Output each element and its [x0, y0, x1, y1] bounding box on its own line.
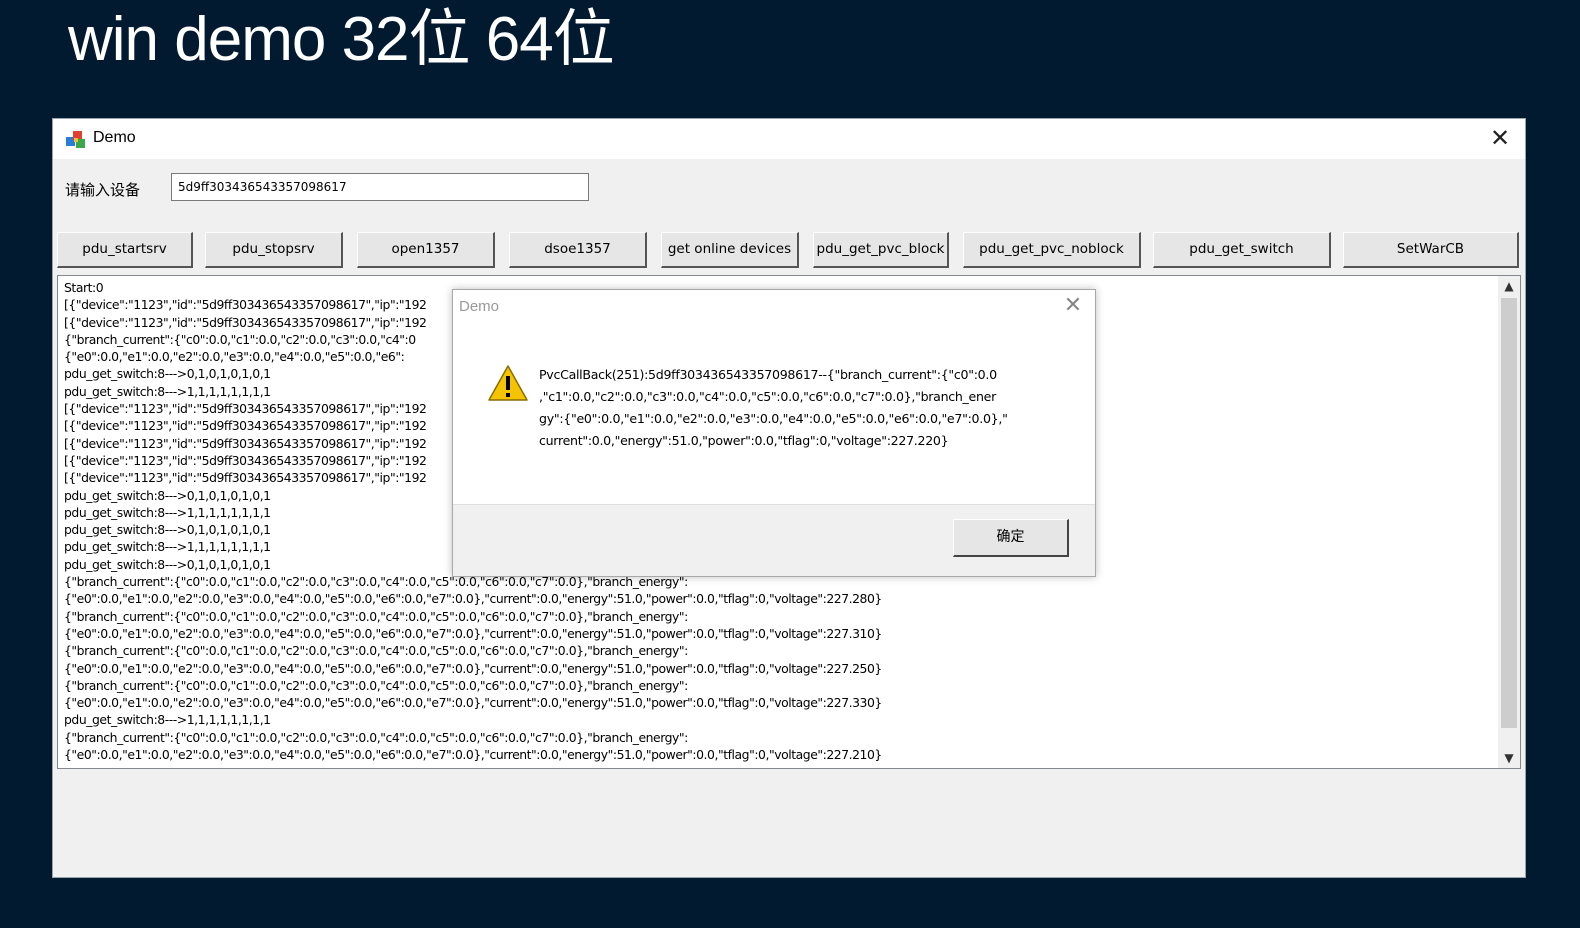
log-line: {"branch_current":{"c0":0.0,"c1":0.0,"c2…: [64, 729, 688, 745]
message-dialog: Demo ✕ PvcCallBack(251):5d9ff30343654335…: [452, 289, 1096, 577]
setwarcb-button[interactable]: SetWarCB: [1343, 232, 1519, 268]
log-line: {"branch_current":{"c0":0.0,"c1":0.0,"c2…: [64, 677, 688, 693]
pdu-startsrv-button[interactable]: pdu_startsrv: [57, 232, 193, 268]
dialog-close-icon[interactable]: ✕: [1059, 292, 1087, 320]
dialog-footer: 确定: [453, 504, 1095, 576]
dialog-title: Demo: [459, 298, 500, 315]
pdu-get-switch-button[interactable]: pdu_get_switch: [1153, 232, 1331, 268]
dialog-message-line: ,"c1":0.0,"c2":0.0,"c3":0.0,"c4":0.0,"c5…: [539, 389, 997, 404]
scroll-thumb[interactable]: [1501, 298, 1517, 728]
device-label: 请输入设备: [65, 181, 141, 199]
warning-icon: [488, 365, 528, 401]
close-icon[interactable]: ✕: [1485, 123, 1515, 153]
page-heading: win demo 32位 64位: [68, 5, 615, 74]
dsoe1357-button[interactable]: dsoe1357: [509, 232, 647, 268]
dialog-message: PvcCallBack(251):5d9ff303436543357098617…: [539, 364, 1059, 452]
get-online-devices-button[interactable]: get online devices: [661, 232, 799, 268]
log-line: {"branch_current":{"c0":0.0,"c1":0.0,"c2…: [64, 643, 688, 659]
dialog-message-line: gy":{"e0":0.0,"e1":0.0,"e2":0.0,"e3":0.0…: [539, 411, 1008, 426]
window-title: Demo: [93, 129, 136, 146]
device-input[interactable]: [171, 173, 589, 201]
log-scrollbar[interactable]: ▲ ▼: [1498, 276, 1520, 768]
pdu-get-pvc-noblock-button[interactable]: pdu_get_pvc_noblock: [963, 232, 1141, 268]
dialog-message-line: PvcCallBack(251):5d9ff303436543357098617…: [539, 367, 997, 382]
scroll-up-icon[interactable]: ▲: [1498, 276, 1520, 296]
demo-app-icon: [66, 131, 85, 148]
log-line: {"branch_current":{"c0":0.0,"c1":0.0,"c2…: [64, 608, 688, 624]
log-line: {"e0":0.0,"e1":0.0,"e2":0.0,"e3":0.0,"e4…: [64, 591, 882, 607]
pdu-stopsrv-button[interactable]: pdu_stopsrv: [205, 232, 343, 268]
log-line: {"e0":0.0,"e1":0.0,"e2":0.0,"e3":0.0,"e4…: [64, 660, 882, 676]
dialog-message-line: current":0.0,"energy":51.0,"power":0.0,"…: [539, 433, 949, 448]
log-line: {"e0":0.0,"e1":0.0,"e2":0.0,"e3":0.0,"e4…: [64, 747, 882, 763]
window-titlebar: Demo ✕: [53, 119, 1525, 159]
scroll-down-icon[interactable]: ▼: [1498, 748, 1520, 768]
log-line: pdu_get_switch:8--->1,1,1,1,1,1,1,1: [64, 712, 271, 728]
log-line: {"e0":0.0,"e1":0.0,"e2":0.0,"e3":0.0,"e4…: [64, 625, 882, 641]
ok-button[interactable]: 确定: [953, 519, 1069, 557]
open1357-button[interactable]: open1357: [357, 232, 495, 268]
log-line: {"e0":0.0,"e1":0.0,"e2":0.0,"e3":0.0,"e4…: [64, 695, 882, 711]
pdu-get-pvc-block-button[interactable]: pdu_get_pvc_block: [813, 232, 949, 268]
